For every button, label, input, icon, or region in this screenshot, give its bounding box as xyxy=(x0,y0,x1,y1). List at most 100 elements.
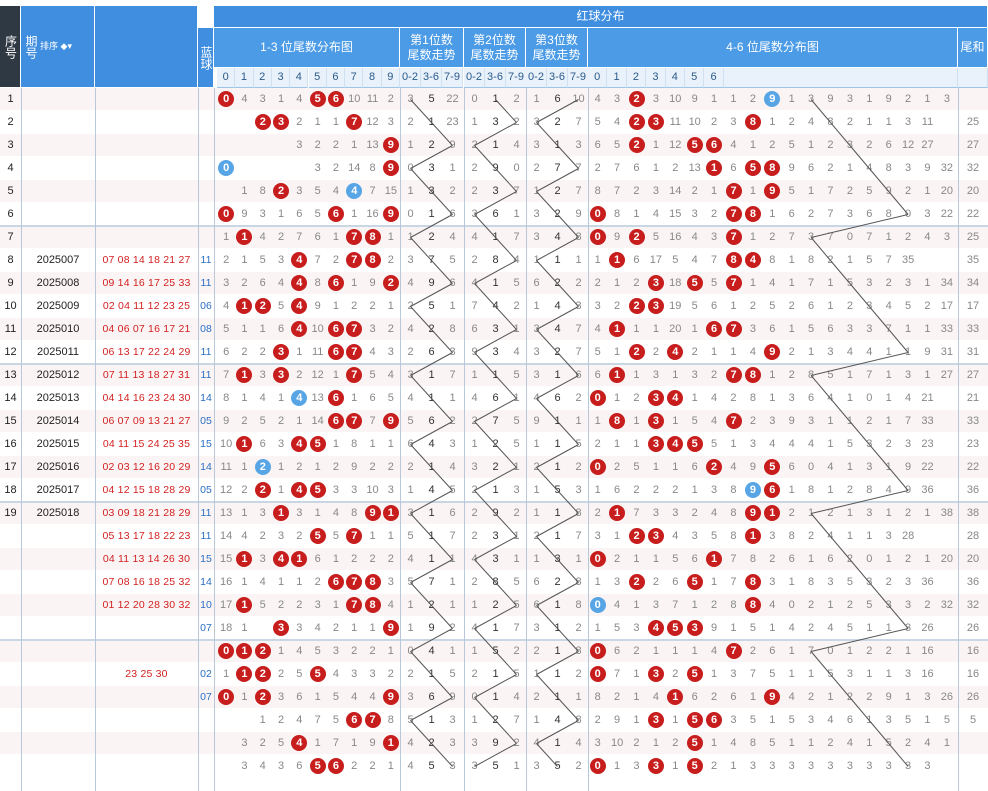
miss-count: 7 xyxy=(314,714,321,726)
trend-value: 1 xyxy=(471,599,478,611)
miss-count: 5 xyxy=(296,668,303,680)
miss-count: 1 xyxy=(314,116,321,128)
trend-value: 4 xyxy=(513,139,520,151)
trend-value: 5 xyxy=(428,300,435,312)
trend-value: 9 xyxy=(449,691,456,703)
period-number xyxy=(21,157,95,179)
miss-count: 4 xyxy=(866,346,873,358)
miss-count: 3 xyxy=(885,714,892,726)
miss-count: 8 xyxy=(351,507,358,519)
tail-sum: 32 xyxy=(966,599,980,611)
miss-count: 3 xyxy=(769,415,776,427)
digit46-header-blank xyxy=(723,68,958,88)
digit46-header: 6 xyxy=(704,68,724,88)
miss-count: 1 xyxy=(730,622,737,634)
trend-value: 2 xyxy=(449,415,456,427)
miss-count: 19 xyxy=(669,300,682,312)
row-index xyxy=(0,571,21,593)
miss-count: 6 xyxy=(259,277,266,289)
miss-count: 5 xyxy=(314,645,321,657)
miss-count: 5 xyxy=(259,415,266,427)
miss-count: 7 xyxy=(369,415,376,427)
miss-count: 5 xyxy=(827,668,834,680)
miss-count: 3 xyxy=(730,116,737,128)
period-number xyxy=(21,226,95,248)
red-balls: 02 04 11 12 23 25 xyxy=(102,300,191,312)
trend-value: 2 xyxy=(513,737,520,749)
miss-count: 7 xyxy=(788,231,795,243)
row-index xyxy=(0,640,21,662)
miss-count: 10 xyxy=(669,93,682,105)
trend-value: 3 xyxy=(449,760,456,772)
trend-value: 2 xyxy=(575,277,582,289)
miss-count: 4 xyxy=(594,323,601,335)
trend-value: 1 xyxy=(449,300,456,312)
miss-count: 38 xyxy=(940,507,953,519)
miss-count: 2 xyxy=(614,461,621,473)
trend-value: 3 xyxy=(533,346,540,358)
trend-value: 9 xyxy=(533,415,540,427)
miss-count: 3 xyxy=(594,300,601,312)
digit13-header: 5 xyxy=(308,68,327,88)
miss-count xyxy=(254,157,272,179)
pos2-header: 第2位数 尾数走势 xyxy=(464,28,526,68)
miss-count: 8 xyxy=(885,208,892,220)
miss-count: 2 xyxy=(259,530,266,542)
miss-count: 18 xyxy=(220,622,233,634)
miss-count: 3 xyxy=(827,576,834,588)
trend-value: 4 xyxy=(554,714,561,726)
trend-value: 4 xyxy=(471,622,478,634)
miss-count: 3 xyxy=(866,576,873,588)
digit13-header: 3 xyxy=(271,68,291,88)
red-balls xyxy=(95,88,198,110)
miss-count: 3 xyxy=(846,323,853,335)
miss-count: 1 xyxy=(924,323,931,335)
miss-count: 3 xyxy=(711,231,718,243)
hit-ball: 0 xyxy=(589,666,606,682)
tail-sum: 16 xyxy=(966,645,980,657)
miss-count: 7 xyxy=(332,737,339,749)
miss-count: 2 xyxy=(277,668,285,680)
miss-count: 4 xyxy=(808,438,815,450)
miss-count: 3 xyxy=(259,553,266,565)
range-header: 3-6 xyxy=(547,68,568,88)
trend-value: 4 xyxy=(533,392,540,404)
miss-count: 1 xyxy=(672,760,679,772)
miss-count: 4 xyxy=(846,346,853,358)
hit-ball: 8 xyxy=(609,413,626,429)
trend-value: 2 xyxy=(492,714,499,726)
trend-value: 5 xyxy=(554,484,561,496)
seq-header: 序号 xyxy=(0,6,21,88)
trend-value: 1 xyxy=(533,484,540,496)
miss-count: 3 xyxy=(594,737,601,749)
trend-value: 0 xyxy=(407,208,414,220)
miss-count: 2 xyxy=(594,507,601,519)
miss-count: 3 xyxy=(749,323,756,335)
trend-value: 2 xyxy=(471,530,478,542)
miss-count: 3 xyxy=(277,691,285,703)
miss-count: 6 xyxy=(885,139,892,151)
trend-value: 2 xyxy=(471,484,478,496)
miss-count: 1 xyxy=(259,714,266,726)
miss-count: 1 xyxy=(885,116,892,128)
miss-count: 1 xyxy=(749,691,756,703)
trend-value: 1 xyxy=(513,208,520,220)
miss-count: 3 xyxy=(808,415,815,427)
period-header[interactable]: 期号 排序 ◆▾ xyxy=(21,6,95,88)
hit-ball: 8 xyxy=(744,574,761,590)
miss-count: 5 xyxy=(749,622,756,634)
miss-count: 1 xyxy=(788,484,795,496)
miss-count: 5 xyxy=(846,277,853,289)
miss-count: 2 xyxy=(369,461,376,473)
miss-count: 6 xyxy=(369,392,376,404)
trend-value: 1 xyxy=(492,93,499,105)
miss-count: 2 xyxy=(788,507,795,519)
trend-value: 7 xyxy=(513,714,520,726)
miss-count: 17 xyxy=(649,254,662,266)
miss-count: 3 xyxy=(846,93,853,105)
trend-value: 1 xyxy=(407,139,414,151)
miss-count: 5 xyxy=(259,254,266,266)
sort-control[interactable]: 排序 ◆▾ xyxy=(40,41,72,52)
miss-count: 3 xyxy=(749,760,756,772)
period-number: 2025011 xyxy=(36,346,79,358)
